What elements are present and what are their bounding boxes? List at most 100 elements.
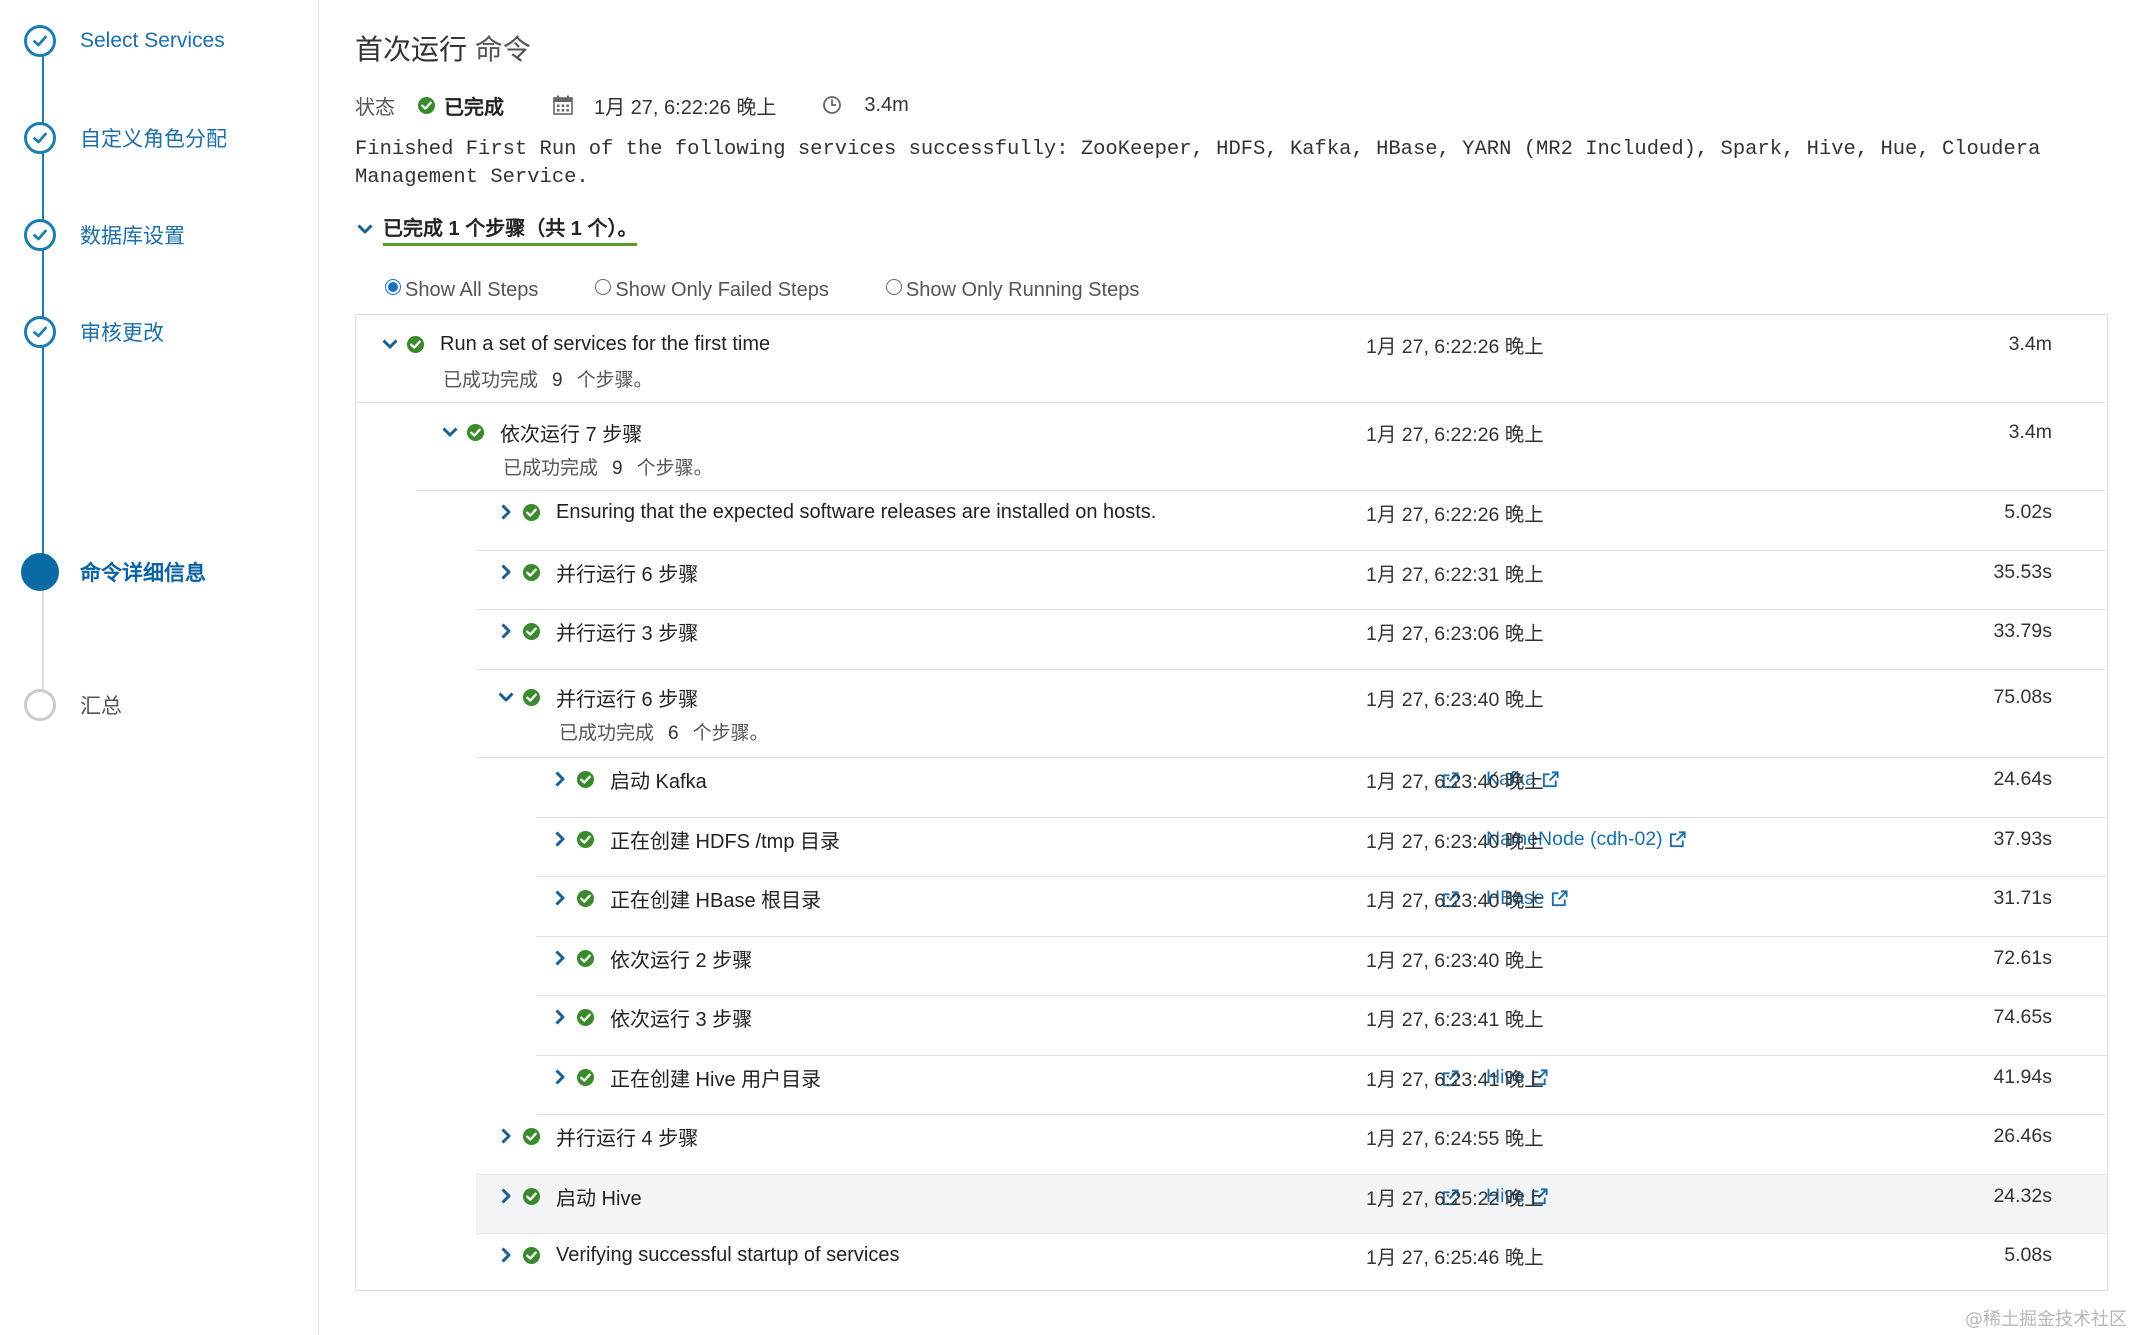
step-label: Run a set of services for the first time — [440, 332, 771, 355]
step-label: Verifying successful startup of services — [556, 1243, 900, 1266]
wizard-step-review-changes[interactable]: 审核更改 — [24, 313, 164, 351]
check-circle-icon — [466, 423, 485, 441]
filter-label: Show All Steps — [405, 278, 539, 301]
step-duration: 75.08s — [1993, 685, 2052, 708]
chevron-right-icon[interactable] — [496, 621, 516, 641]
check-circle-icon — [576, 1008, 595, 1026]
check-icon — [24, 122, 56, 154]
step-start-time: 1月 27, 6:23:40 晚上 — [1366, 770, 1544, 793]
chevron-right-icon[interactable] — [496, 1245, 516, 1265]
step-duration: 35.53s — [1993, 560, 2052, 583]
step-row-parallel-4[interactable]: 并行运行 4 步骤 1月 27, 6:24:55 晚上 26.46s — [476, 1115, 2107, 1175]
watermark: @稀土掘金技术社区 — [1965, 1309, 2127, 1330]
radio-running-steps[interactable] — [885, 279, 902, 295]
step-row-parallel-6-a[interactable]: 并行运行 6 步骤 1月 27, 6:22:31 晚上 35.53s — [476, 551, 2107, 610]
step-duration: 31.71s — [1993, 886, 2052, 909]
external-link-icon — [1551, 889, 1568, 906]
step-row-seq-2[interactable]: 依次运行 2 步骤 1月 27, 6:23:40 晚上 72.61s — [536, 937, 2107, 996]
step-row-verify-startup[interactable]: Verifying successful startup of services… — [476, 1234, 2107, 1292]
step-row-start-kafka[interactable]: 启动 Kafka Kafka 1月 27, 6:23:40 晚上 24.64s — [536, 758, 2107, 818]
chevron-right-icon[interactable] — [550, 1007, 570, 1027]
step-row-create-hive-user-dir[interactable]: 正在创建 Hive 用户目录 Hive 1月 27, 6:23:41 晚上 41… — [536, 1056, 2107, 1115]
chevron-right-icon[interactable] — [550, 829, 570, 849]
wizard-step-command-details[interactable]: 命令详细信息 — [21, 553, 206, 591]
filter-label: Show Only Failed Steps — [615, 278, 829, 301]
step-duration: 24.64s — [1993, 767, 2052, 790]
check-icon — [24, 316, 56, 348]
step-substatus: 已成功完成 6 个步骤。 — [559, 718, 769, 745]
steps-summary-text: 已完成 1 个步骤（共 1 个）。 — [383, 212, 638, 246]
check-circle-icon — [576, 830, 595, 848]
check-circle-icon — [417, 96, 436, 114]
chevron-right-icon[interactable] — [550, 948, 570, 968]
step-label: 依次运行 2 步骤 — [610, 949, 753, 972]
step-row-parallel-3[interactable]: 并行运行 3 步骤 1月 27, 6:23:06 晚上 33.79s — [476, 610, 2107, 670]
step-label: Ensuring that the expected software rele… — [556, 500, 1157, 523]
wizard-step-label: 自定义角色分配 — [80, 128, 227, 151]
step-row-start-hive[interactable]: 启动 Hive Hive 1月 27, 6:25:22 晚上 24.32s — [476, 1175, 2107, 1234]
substatus-suffix: 个步骤。 — [636, 458, 713, 479]
step-row-seq-7[interactable]: 依次运行 7 步骤 已成功完成 9 个步骤。 1月 27, 6:22:26 晚上 3… — [416, 403, 2107, 491]
step-start-time: 1月 27, 6:22:31 晚上 — [1366, 563, 1544, 586]
wizard-step-label: 审核更改 — [80, 322, 164, 345]
substatus-suffix: 个步骤。 — [692, 723, 769, 744]
substatus-count: 6 — [668, 723, 679, 744]
radio-all-steps[interactable] — [385, 279, 401, 295]
check-circle-icon — [522, 1187, 541, 1205]
step-row-create-hdfs-tmp[interactable]: 正在创建 HDFS /tmp 目录 NameNode (cdh-02) 1月 2… — [536, 818, 2107, 877]
step-start-time: 1月 27, 6:23:40 晚上 — [1366, 889, 1544, 912]
status-label: 状态 — [355, 96, 395, 119]
filter-failed-steps[interactable]: Show Only Failed Steps — [595, 278, 829, 302]
wizard-step-select-services[interactable]: Select Services — [24, 22, 225, 60]
page-title-main: 首次运行 — [355, 34, 468, 65]
radio-failed-steps[interactable] — [595, 279, 612, 295]
step-start-time: 1月 27, 6:22:26 晚上 — [1366, 423, 1544, 446]
steps-table: Run a set of services for the first time… — [355, 314, 2108, 1291]
step-start-time: 1月 27, 6:22:26 晚上 — [1366, 335, 1544, 358]
substatus-prefix: 已成功完成 — [503, 458, 599, 479]
step-header: 正在创建 Hive 用户目录 — [550, 1058, 821, 1096]
step-row-parallel-6-b[interactable]: 并行运行 6 步骤 已成功完成 6 个步骤。 1月 27, 6:23:40 晚上 7… — [476, 670, 2107, 758]
chevron-right-icon[interactable] — [550, 888, 570, 908]
step-filter-group: Show All Steps Show Only Failed Steps Sh… — [385, 274, 1139, 306]
result-message: Finished First Run of the following serv… — [355, 138, 2041, 189]
substatus-count: 9 — [612, 458, 623, 479]
substatus-count: 9 — [552, 370, 563, 391]
wizard-step-database-setup[interactable]: 数据库设置 — [24, 216, 185, 254]
chevron-down-icon[interactable] — [380, 334, 400, 354]
filter-all-steps[interactable]: Show All Steps — [385, 279, 538, 302]
step-row-seq-3[interactable]: 依次运行 3 步骤 1月 27, 6:23:41 晚上 74.65s — [536, 996, 2107, 1056]
chevron-down-icon[interactable] — [496, 687, 516, 707]
chevron-right-icon[interactable] — [496, 1126, 516, 1146]
chevron-right-icon[interactable] — [496, 562, 516, 582]
check-circle-icon — [522, 622, 541, 640]
step-label: 启动 Kafka — [610, 770, 707, 793]
pending-step-icon — [24, 689, 56, 721]
step-row-create-hbase-root[interactable]: 正在创建 HBase 根目录 HBase 1月 27, 6:23:40 晚上 3… — [536, 877, 2107, 937]
step-header: 依次运行 2 步骤 — [550, 939, 752, 977]
chevron-down-icon[interactable] — [440, 422, 460, 442]
step-row-first-run[interactable]: Run a set of services for the first time… — [356, 315, 2107, 403]
step-start-time: 1月 27, 6:23:40 晚上 — [1366, 949, 1544, 972]
chevron-right-icon[interactable] — [550, 769, 570, 789]
step-header: 启动 Kafka — [550, 760, 707, 798]
step-substatus: 已成功完成 9 个步骤。 — [503, 453, 713, 480]
status-value: 已完成 — [444, 96, 504, 119]
chevron-right-icon[interactable] — [550, 1067, 570, 1087]
page-title-sub: 命令 — [474, 34, 531, 65]
step-substatus: 已成功完成 9 个步骤。 — [443, 365, 653, 392]
step-start-time: 1月 27, 6:23:40 晚上 — [1366, 688, 1544, 711]
check-circle-icon — [576, 770, 595, 788]
wizard-step-role-assignment[interactable]: 自定义角色分配 — [24, 119, 227, 157]
current-step-icon — [21, 553, 59, 591]
filter-running-steps[interactable]: Show Only Running Steps — [885, 279, 1139, 302]
step-label: 正在创建 HBase 根目录 — [610, 889, 822, 912]
step-row-ensure-releases[interactable]: Ensuring that the expected software rele… — [476, 491, 2107, 551]
step-header: Verifying successful startup of services — [496, 1236, 899, 1274]
chevron-right-icon[interactable] — [496, 1186, 516, 1206]
steps-summary-toggle[interactable]: 已完成 1 个步骤（共 1 个）。 — [355, 212, 638, 246]
chevron-down-icon — [357, 224, 373, 234]
step-label: 正在创建 HDFS /tmp 目录 — [610, 830, 841, 853]
status-duration: 3.4m — [864, 93, 909, 116]
chevron-right-icon[interactable] — [496, 502, 516, 522]
